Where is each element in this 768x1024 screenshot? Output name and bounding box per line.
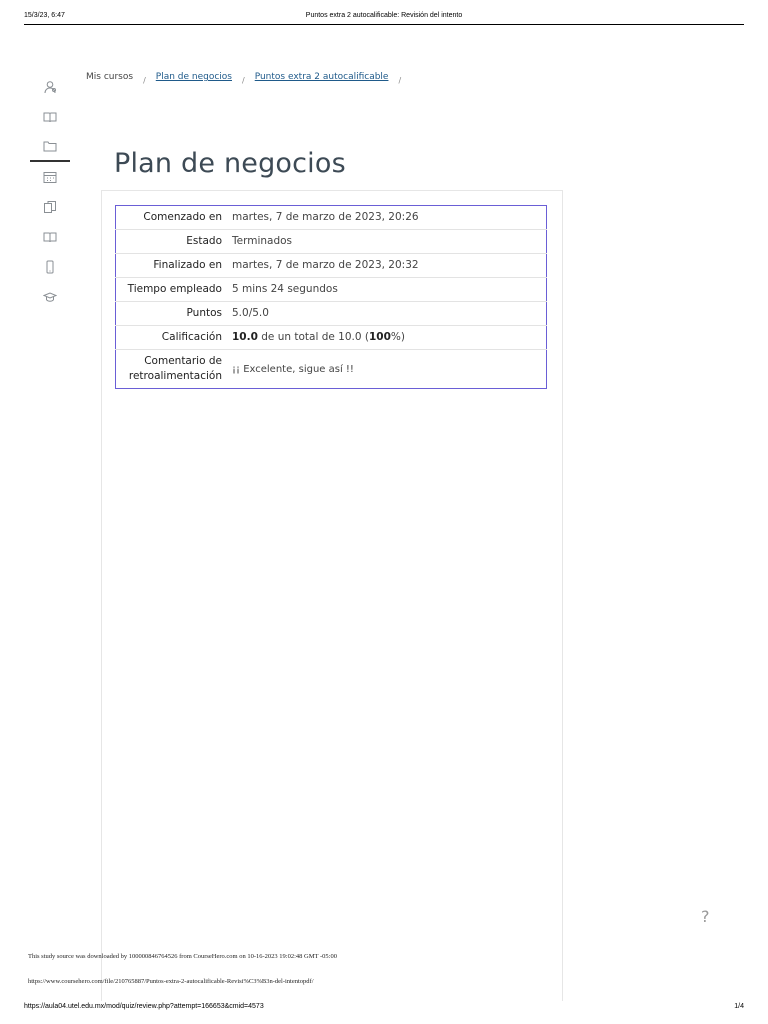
copy-icon: [44, 201, 56, 213]
sidebar-item-participants[interactable]: [30, 72, 70, 102]
book-icon: [43, 232, 57, 243]
feedback-label: Comentario de retroalimentación: [128, 355, 222, 382]
table-row: Calificación 10.0 de un total de 10.0 (1…: [115, 325, 547, 350]
feedback-value: ¡¡ Excelente, sigue así !!: [232, 363, 354, 375]
sidebar-item-files[interactable]: [30, 192, 70, 222]
time-taken-value: 5 mins 24 segundos: [232, 283, 338, 295]
sidebar-item-grades[interactable]: [30, 282, 70, 312]
print-header: 15/3/23, 6:47 Puntos extra 2 autocalific…: [24, 10, 744, 25]
breadcrumb-my-courses[interactable]: Mis cursos: [86, 72, 133, 82]
folder-icon: [43, 141, 57, 152]
breadcrumb-course[interactable]: Plan de negocios: [156, 72, 232, 82]
grade-total-text: de un total de 10.0 (: [257, 331, 369, 343]
grade-value: 10.0: [232, 331, 258, 343]
table-row: Puntos 5.0/5.0: [115, 301, 547, 326]
breadcrumb-quiz[interactable]: Puntos extra 2 autocalificable: [255, 72, 389, 82]
finished-value: martes, 7 de marzo de 2023, 20:32: [232, 259, 419, 271]
table-row: Estado Terminados: [115, 229, 547, 254]
breadcrumb-separator: /: [242, 75, 245, 85]
table-row: Comentario de retroalimentación ¡¡ Excel…: [115, 349, 547, 389]
sidebar-item-mobile[interactable]: [30, 252, 70, 282]
finished-label: Finalizado en: [153, 259, 222, 271]
table-row: Finalizado en martes, 7 de marzo de 2023…: [115, 253, 547, 278]
points-label: Puntos: [186, 307, 222, 319]
sidebar: [30, 72, 70, 312]
sidebar-item-calendar[interactable]: [30, 162, 70, 192]
print-title: Puntos extra 2 autocalificable: Revisión…: [305, 12, 463, 19]
table-row: Comenzado en martes, 7 de marzo de 2023,…: [116, 206, 547, 230]
breadcrumb: Mis cursos / Plan de negocios / Puntos e…: [86, 72, 411, 85]
graduation-cap-icon: [43, 292, 57, 302]
source-url[interactable]: https://www.coursehero.com/file/21076588…: [28, 978, 314, 985]
user-icon: [44, 81, 56, 94]
breadcrumb-separator: /: [143, 75, 146, 85]
started-label: Comenzado en: [143, 211, 222, 223]
breadcrumb-separator: /: [398, 75, 402, 85]
sidebar-item-library[interactable]: [30, 222, 70, 252]
print-footer: https://aula04.utel.edu.mx/mod/quiz/revi…: [24, 1003, 744, 1010]
grade-percent-suffix: %): [390, 331, 405, 343]
sidebar-item-resources[interactable]: [30, 132, 70, 162]
phone-icon: [46, 260, 54, 274]
table-row: Tiempo empleado 5 mins 24 segundos: [115, 277, 547, 302]
state-label: Estado: [186, 235, 222, 247]
grade-label: Calificación: [161, 331, 222, 343]
page-title: Plan de negocios: [114, 148, 346, 180]
grade-percent: 100: [369, 331, 391, 343]
started-value: martes, 7 de marzo de 2023, 20:26: [232, 211, 419, 223]
calendar-icon: [43, 172, 57, 183]
print-url: https://aula04.utel.edu.mx/mod/quiz/revi…: [24, 1003, 264, 1010]
page-number: 1/4: [734, 1003, 744, 1010]
source-note: This study source was downloaded by 1000…: [28, 953, 337, 960]
sidebar-item-course[interactable]: [30, 102, 70, 132]
attempt-summary-table: Comenzado en martes, 7 de marzo de 2023,…: [115, 205, 547, 389]
time-taken-label: Tiempo empleado: [127, 283, 222, 295]
state-value: Terminados: [232, 235, 293, 247]
book-icon: [43, 112, 57, 123]
help-icon[interactable]: ?: [701, 907, 710, 926]
grade-value-cell: 10.0 de un total de 10.0 (100%): [228, 326, 547, 350]
points-value: 5.0/5.0: [232, 307, 269, 319]
